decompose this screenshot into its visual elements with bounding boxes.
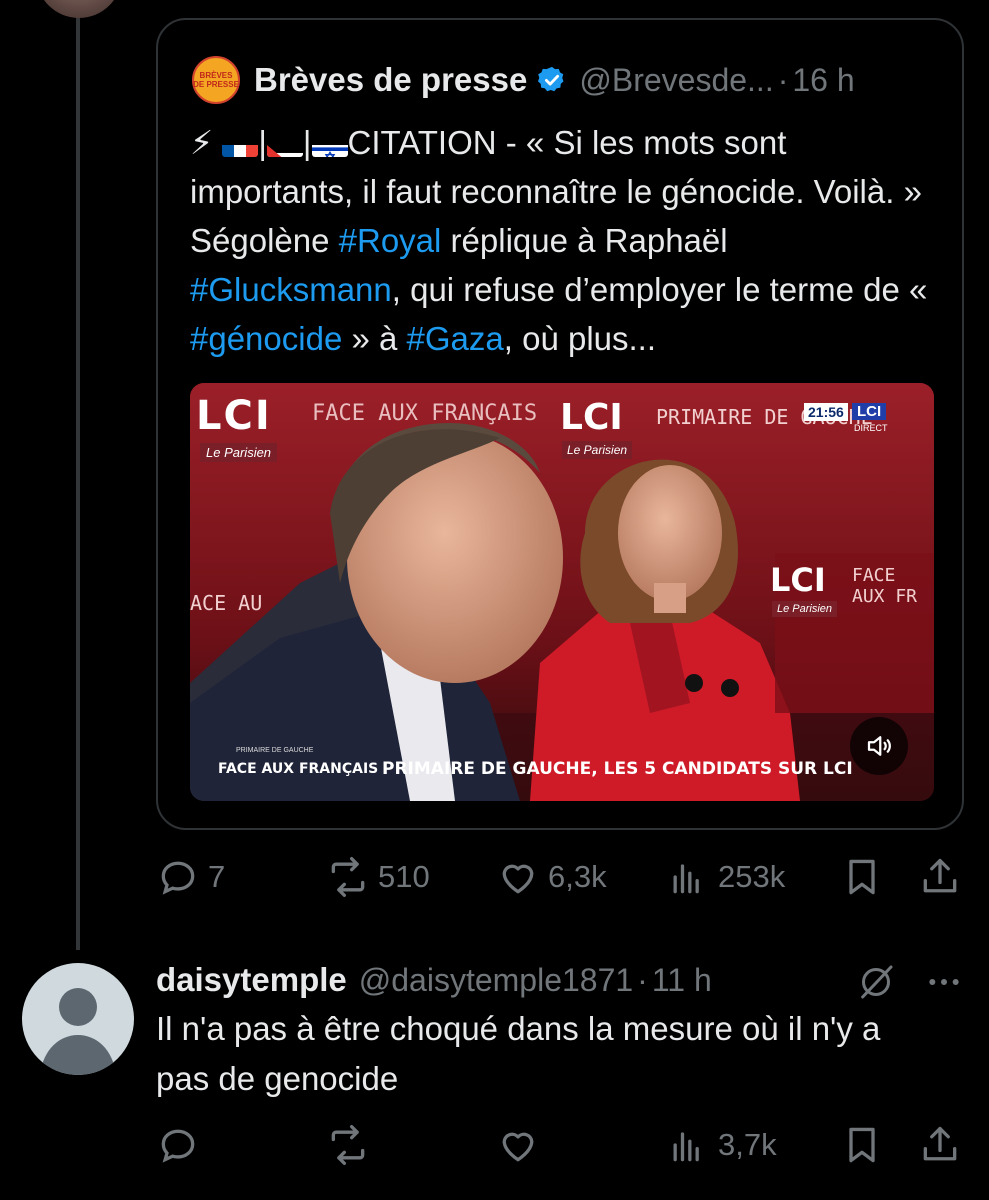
grok-icon[interactable] — [856, 962, 896, 1002]
logo-text-line2: DE PRESSE — [193, 80, 239, 89]
reply-author-name[interactable]: daisytemple — [156, 961, 347, 999]
bookmark-button[interactable] — [840, 1120, 884, 1170]
mute-toggle-button[interactable] — [850, 717, 908, 775]
post-text-segment: réplique à Raphaël — [441, 222, 728, 259]
views-button[interactable]: 253k — [666, 852, 785, 902]
bookmark-button[interactable] — [840, 852, 884, 902]
repost-button[interactable]: 510 — [326, 852, 430, 902]
views-button[interactable]: 3,7k — [666, 1120, 777, 1170]
views-count: 3,7k — [718, 1127, 777, 1162]
lower-third-left: FACE AUX FRANÇAIS — [218, 761, 379, 777]
views-count: 253k — [718, 859, 786, 894]
lci-logo: LCI — [560, 397, 623, 438]
reply-button[interactable]: 7 — [156, 852, 225, 902]
repost-button[interactable] — [326, 1120, 370, 1170]
reply-count: 7 — [208, 859, 226, 894]
face-aux-right-banner: FACE AUX FR — [852, 565, 918, 607]
france-flag-icon — [222, 133, 259, 157]
hashtag-royal[interactable]: #Royal — [339, 222, 442, 259]
le-parisien-logo: Le Parisien — [562, 441, 633, 459]
lightning-emoji: ⚡ — [190, 124, 214, 161]
more-options-icon[interactable] — [922, 962, 966, 1002]
reply-action-bar: 3,7k — [156, 1120, 966, 1170]
israel-flag-icon — [311, 133, 348, 157]
lower-third-right: PRIMAIRE DE GAUCHE, LES 5 CANDIDATS SUR … — [382, 759, 853, 779]
main-post-action-bar: 7 510 6,3k 253k — [156, 852, 966, 902]
logo-text-line1: BRÈVES — [199, 71, 233, 80]
heart-icon — [502, 1132, 534, 1162]
quoted-post-card[interactable]: BRÈVES DE PRESSE Brèves de presse @Breve… — [156, 18, 964, 830]
reply-bubble-icon — [161, 1129, 195, 1163]
post-text-segment: , qui refuse d’employer le terme de « — [391, 271, 928, 308]
like-count: 6,3k — [548, 859, 607, 894]
lci-logo: LCI — [770, 561, 826, 599]
repost-count: 510 — [378, 859, 430, 894]
quoted-author-name[interactable]: Brèves de presse — [254, 61, 527, 99]
share-button[interactable] — [918, 1120, 962, 1170]
repost-icon — [331, 857, 365, 897]
thread-connector-line — [76, 0, 80, 950]
share-button[interactable] — [918, 852, 962, 902]
lower-third-small: PRIMAIRE DE GAUCHE — [236, 747, 314, 754]
face-aux-left-banner: ACE AU — [190, 591, 263, 615]
breves-de-presse-logo[interactable]: BRÈVES DE PRESSE — [192, 56, 240, 104]
le-parisien-logo: Le Parisien — [772, 601, 838, 617]
reply-time[interactable]: 11 h — [652, 962, 712, 999]
reply-header: daisytemple @daisytemple1871 · 11 h — [156, 958, 712, 1002]
hashtag-gaza[interactable]: #Gaza — [407, 320, 504, 357]
parent-author-avatar[interactable] — [36, 0, 122, 18]
verified-badge-icon — [538, 66, 564, 92]
bookmark-icon — [849, 859, 875, 895]
time-separator: · — [777, 61, 789, 98]
le-parisien-logo: Le Parisien — [200, 443, 278, 462]
repost-icon — [331, 1125, 365, 1165]
palestine-flag-icon — [266, 133, 303, 157]
views-bar-chart-icon — [673, 1132, 699, 1162]
share-upload-icon — [923, 858, 957, 893]
hashtag-genocide[interactable]: #génocide — [190, 320, 342, 357]
reply-button[interactable] — [156, 1120, 200, 1170]
share-upload-icon — [923, 1126, 957, 1161]
reply-author-avatar[interactable] — [22, 963, 134, 1075]
bookmark-icon — [849, 1127, 875, 1163]
direct-label: DIRECT — [854, 423, 888, 433]
flag-divider: | — [258, 124, 267, 161]
quoted-post-text: ⚡ | | CITATION - « Si les mots sont import… — [190, 118, 930, 363]
lci-logo: LCI — [196, 393, 272, 439]
quoted-post-time[interactable]: 16 h — [792, 62, 854, 99]
flag-divider: | — [302, 124, 312, 161]
heart-icon — [502, 864, 534, 894]
reply-bubble-icon — [161, 861, 195, 895]
speaker-muted-icon — [867, 736, 891, 756]
quoted-author-handle[interactable]: @Brevesde... — [579, 62, 773, 99]
hashtag-glucksmann[interactable]: #Glucksmann — [190, 271, 392, 308]
video-player[interactable]: LCI Le Parisien FACE AUX FRANÇAIS LCI Le… — [190, 383, 934, 801]
post-text-segment: , où plus... — [503, 320, 657, 357]
face-aux-francais-banner: FACE AUX FRANÇAIS — [312, 401, 538, 426]
broadcast-clock: 21:56 — [804, 403, 848, 421]
like-button[interactable]: 6,3k — [496, 852, 607, 902]
views-bar-chart-icon — [673, 864, 699, 894]
quoted-post-header: BRÈVES DE PRESSE Brèves de presse @Breve… — [192, 56, 855, 104]
reply-author-handle[interactable]: @daisytemple1871 — [359, 962, 633, 999]
default-avatar-icon — [40, 988, 116, 1075]
like-button[interactable] — [496, 1120, 540, 1170]
time-separator: · — [637, 961, 648, 998]
post-text-segment: » à — [342, 320, 407, 357]
lci-direct-badge: LCI — [852, 403, 887, 420]
reply-text: Il n'a pas à être choqué dans la mesure … — [156, 1010, 881, 1097]
